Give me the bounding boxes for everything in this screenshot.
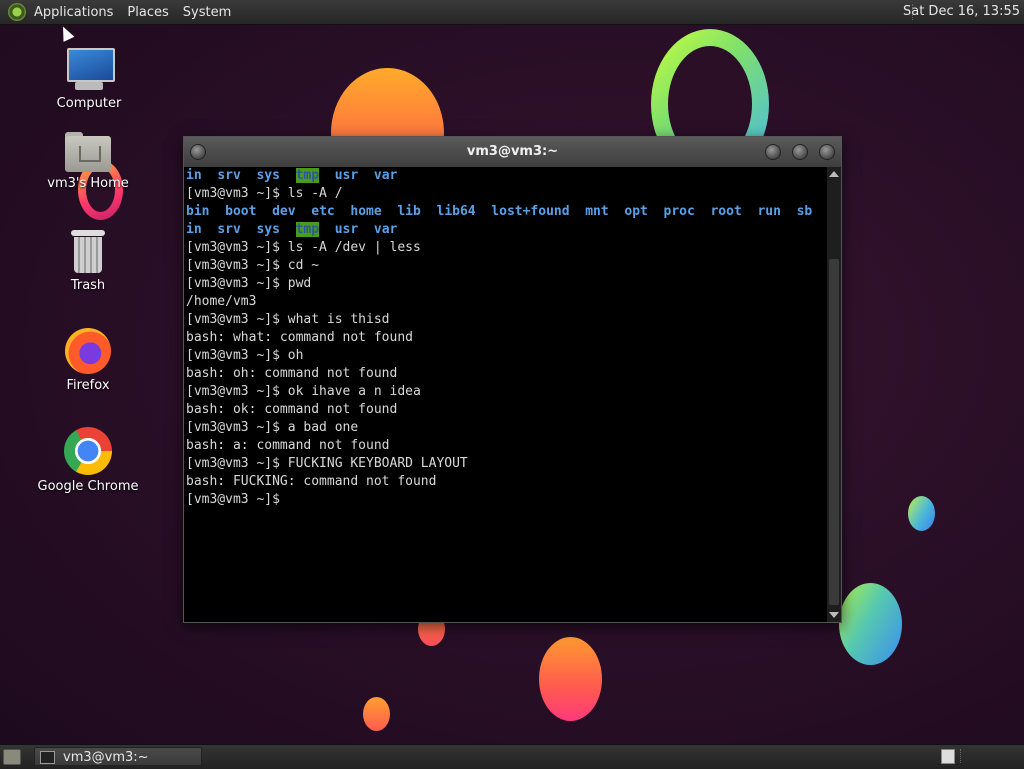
terminal-line: in srv sys tmp usr var — [186, 221, 827, 239]
terminal-line: in srv sys tmp usr var — [186, 167, 827, 185]
directory-entry: var — [373, 222, 398, 237]
show-desktop-icon[interactable] — [3, 749, 21, 765]
workspace-switcher-icon[interactable] — [941, 749, 955, 764]
directory-entry: lost+found — [491, 204, 570, 219]
directory-entry: proc — [663, 204, 695, 219]
directory-entry: srv — [217, 222, 241, 237]
directory-entry: sys — [256, 168, 280, 183]
terminal-line: /home/vm3 — [186, 294, 257, 309]
taskbar-button-label: vm3@vm3:~ — [63, 750, 149, 765]
terminal-scrollbar[interactable] — [827, 167, 841, 622]
directory-entry: lib64 — [436, 204, 476, 219]
taskbar-button-terminal[interactable]: vm3@vm3:~ — [34, 747, 202, 766]
desktop-icon-label: Trash — [70, 278, 106, 293]
directory-entry: sb — [796, 204, 813, 219]
minimize-button[interactable] — [765, 144, 781, 160]
scrollbar-thumb[interactable] — [829, 259, 839, 605]
mouse-cursor-icon — [57, 24, 75, 42]
directory-entry: srv — [217, 168, 241, 183]
close-button[interactable] — [819, 144, 835, 160]
terminal-line: bash: FUCKING: command not found — [186, 474, 437, 489]
home-folder-icon — [65, 132, 111, 172]
wallpaper-orb-blue-large — [839, 583, 902, 665]
window-menu-icon[interactable] — [190, 144, 206, 160]
wallpaper-orb-blue-small — [908, 496, 935, 531]
directory-entry: tmp — [295, 222, 320, 237]
scroll-down-arrow-icon[interactable] — [829, 612, 839, 618]
terminal-line: bin boot dev etc home lib lib64 lost+fou… — [186, 203, 827, 221]
terminal-line: bash: ok: command not found — [186, 402, 398, 417]
directory-entry: run — [757, 204, 781, 219]
terminal-line: [vm3@vm3 ~]$ ls -A /dev | less — [186, 240, 421, 255]
menu-places[interactable]: Places — [127, 5, 168, 20]
directory-entry: bin — [186, 204, 210, 219]
directory-entry: usr — [334, 168, 359, 183]
directory-entry: usr — [334, 222, 359, 237]
terminal-line: [vm3@vm3 ~]$ ls -A / — [186, 186, 343, 201]
directory-entry: mnt — [585, 204, 609, 219]
top-panel: Applications Places System Sat Dec 16, 1… — [0, 0, 1024, 25]
trash-icon — [69, 230, 107, 274]
desktop-icon-label: Google Chrome — [37, 479, 139, 494]
scroll-up-arrow-icon[interactable] — [829, 171, 839, 177]
desktop-icon-label: Firefox — [66, 378, 110, 393]
terminal-window[interactable]: vm3@vm3:~ in srv sys tmp usr var [vm3@vm3… — [183, 136, 842, 623]
window-titlebar[interactable]: vm3@vm3:~ — [184, 137, 841, 167]
terminal-line: [vm3@vm3 ~]$ ok ihave a n idea — [186, 384, 421, 399]
terminal-line: [vm3@vm3 ~]$ — [186, 492, 288, 507]
terminal-line: [vm3@vm3 ~]$ a bad one — [186, 420, 359, 435]
terminal-line: [vm3@vm3 ~]$ oh — [186, 348, 304, 363]
desktop-icon-label: Computer — [56, 96, 122, 111]
distro-logo-icon[interactable] — [8, 3, 26, 21]
directory-entry: opt — [624, 204, 648, 219]
wallpaper-orb-orange-small — [363, 697, 390, 731]
terminal-output[interactable]: in srv sys tmp usr var [vm3@vm3 ~]$ ls -A… — [184, 167, 827, 620]
directory-entry: tmp — [295, 168, 320, 183]
bottom-panel: vm3@vm3:~ — [0, 744, 1024, 769]
terminal-icon — [40, 751, 55, 764]
maximize-button[interactable] — [792, 144, 808, 160]
menu-applications[interactable]: Applications — [34, 5, 113, 20]
directory-entry: in — [186, 222, 202, 237]
firefox-icon — [65, 328, 111, 374]
clock[interactable]: Sat Dec 16, 13:55 — [903, 4, 1020, 19]
desktop-icon-computer[interactable]: Computer — [34, 46, 144, 111]
desktop-icon-trash[interactable]: Trash — [33, 230, 143, 293]
desktop-icon-label: vm3's Home — [47, 176, 129, 191]
terminal-line: [vm3@vm3 ~]$ FUCKING KEYBOARD LAYOUT — [186, 456, 468, 471]
window-title: vm3@vm3:~ — [466, 144, 559, 159]
terminal-line: bash: what: command not found — [186, 330, 413, 345]
desktop-icon-firefox[interactable]: Firefox — [33, 328, 143, 393]
directory-entry: dev — [272, 204, 296, 219]
desktop-icon-chrome[interactable]: Google Chrome — [33, 427, 143, 494]
directory-entry: boot — [225, 204, 257, 219]
wallpaper-orb-orange-medium — [539, 637, 602, 721]
terminal-line: [vm3@vm3 ~]$ pwd — [186, 276, 312, 291]
terminal-line: [vm3@vm3 ~]$ cd ~ — [186, 258, 320, 273]
directory-entry: lib — [397, 204, 421, 219]
directory-entry: in — [186, 168, 202, 183]
menu-system[interactable]: System — [183, 5, 231, 20]
chrome-icon — [64, 427, 112, 475]
computer-icon — [65, 46, 115, 92]
directory-entry: home — [350, 204, 382, 219]
directory-entry: root — [710, 204, 742, 219]
terminal-line: [vm3@vm3 ~]$ what is thisd — [186, 312, 390, 327]
directory-entry: sys — [256, 222, 280, 237]
terminal-line: bash: oh: command not found — [186, 366, 398, 381]
terminal-line: bash: a: command not found — [186, 438, 390, 453]
directory-entry: etc — [311, 204, 335, 219]
panel-separator — [960, 749, 1021, 763]
desktop-icon-home[interactable]: vm3's Home — [33, 132, 143, 191]
directory-entry: var — [373, 168, 398, 183]
